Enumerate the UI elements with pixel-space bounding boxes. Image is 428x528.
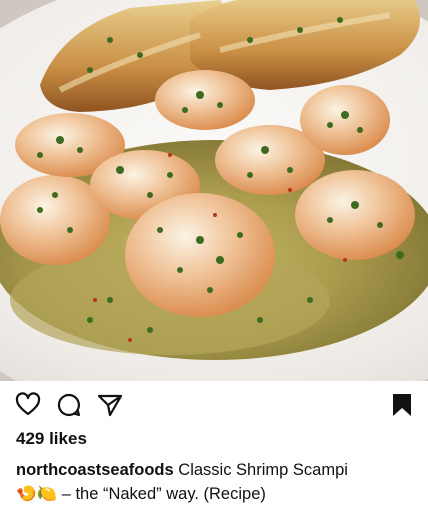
- share-icon[interactable]: [97, 392, 123, 418]
- bookmark-icon[interactable]: [389, 392, 415, 418]
- caption-text-line2: – the “Naked” way. (Recipe): [61, 485, 266, 503]
- post-action-bar: [0, 392, 428, 418]
- caption-text-line1: Classic Shrimp Scampi: [178, 461, 348, 479]
- comment-icon[interactable]: [56, 392, 82, 418]
- caption-emojis: 🍤🍋: [16, 485, 58, 503]
- heart-icon[interactable]: [15, 392, 41, 418]
- post-photo[interactable]: [0, 0, 428, 381]
- likes-count[interactable]: 429 likes: [16, 429, 87, 449]
- post-caption: northcoastseafoods Classic Shrimp Scampi…: [16, 458, 416, 506]
- caption-username[interactable]: northcoastseafoods: [16, 461, 174, 479]
